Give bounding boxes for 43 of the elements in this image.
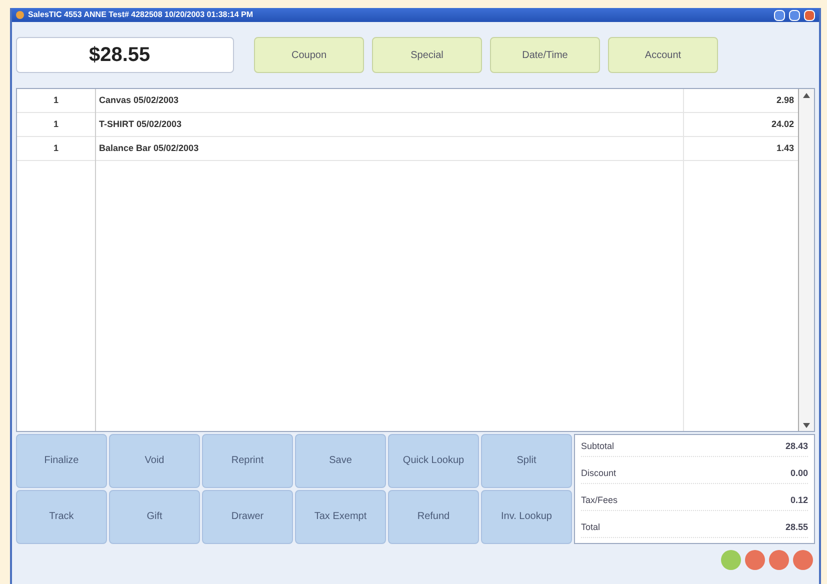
price-cell-text: 24.02 [770,118,795,131]
description-cell-text: T-SHIRT 05/02/2003 [98,118,183,131]
status-light[interactable] [793,550,813,570]
totals-label: Total [581,521,600,534]
action-button[interactable]: Refund [388,490,479,544]
quantity-cell-text: 1 [52,118,60,131]
toolbar-button[interactable]: Account [608,37,718,73]
totals-label: Tax/Fees [581,494,618,508]
action-button[interactable]: Finalize [16,434,107,488]
totals-value: 28.55 [785,521,808,534]
app-icon [16,11,24,19]
close-button[interactable] [804,10,815,20]
description-cell-text: Balance Bar 05/02/2003 [98,142,200,155]
action-button[interactable]: Reprint [202,434,293,488]
totals-value: 0.12 [790,494,808,508]
action-button[interactable]: Save [295,434,386,488]
totals-value: 28.43 [785,440,808,454]
maximize-button[interactable] [789,10,800,20]
toolbar-button[interactable]: Coupon [254,37,364,73]
action-button[interactable]: Quick Lookup [388,434,479,488]
action-button[interactable]: Void [109,434,200,488]
action-button[interactable]: Gift [109,490,200,544]
status-light[interactable] [745,550,765,570]
description-cell-text: Canvas 05/02/2003 [98,94,180,107]
action-button[interactable]: Track [16,490,107,544]
amount-display: $28.55 [16,37,234,73]
toolbar-button[interactable]: Special [372,37,482,73]
window-title: SalesTIC 4553 ANNE Test# 4282508 10/20/2003 01:38:14 PM [28,9,254,21]
action-button[interactable]: Drawer [202,490,293,544]
minimize-button[interactable] [774,10,785,20]
action-button[interactable]: Split [481,434,572,488]
quantity-cell-text: 1 [52,142,60,155]
action-button[interactable]: Inv. Lookup [481,490,572,544]
totals-label: Discount [581,467,616,480]
price-cell-text: 1.43 [775,142,795,155]
price-cell-text: 2.98 [775,94,795,107]
totals-value: 0.00 [790,467,808,480]
quantity-cell-text: 1 [52,94,60,107]
action-button[interactable]: Tax Exempt [295,490,386,544]
totals-label: Subtotal [581,440,614,454]
toolbar-button[interactable]: Date/Time [490,37,600,73]
scrollbar[interactable] [798,89,814,431]
status-light[interactable] [769,550,789,570]
